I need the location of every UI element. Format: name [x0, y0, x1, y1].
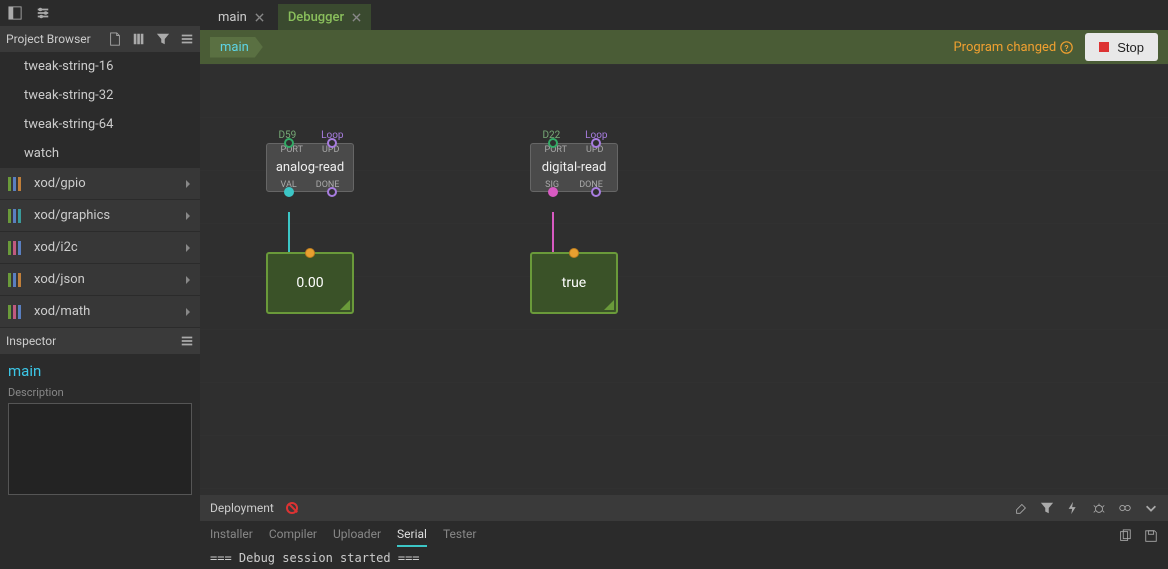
book-icon	[8, 273, 26, 287]
new-file-icon[interactable]	[108, 32, 122, 46]
pin-val[interactable]	[284, 187, 294, 197]
project-tree: tweak-string-16 tweak-string-32 tweak-st…	[0, 52, 200, 168]
deploy-tab-compiler[interactable]: Compiler	[269, 525, 317, 547]
deploy-tab-uploader[interactable]: Uploader	[333, 525, 381, 547]
svg-text:?: ?	[1065, 42, 1069, 52]
no-entry-icon[interactable]	[286, 502, 298, 514]
chevron-right-icon	[184, 244, 192, 252]
log-output: === Debug session started ===	[200, 547, 1168, 569]
save-icon[interactable]	[1144, 529, 1158, 543]
inspector-patch-name: main	[8, 362, 192, 380]
pin-watch-in[interactable]	[305, 248, 315, 258]
project-browser-header: Project Browser	[0, 26, 200, 52]
status-text: Program changed ?	[953, 40, 1073, 55]
book-icon	[8, 241, 26, 255]
deploy-tab-serial[interactable]: Serial	[397, 525, 427, 547]
filter-icon[interactable]	[156, 32, 170, 46]
close-icon[interactable]	[352, 13, 361, 22]
canvas[interactable]: D59 Loop PORTUPD analog-read VALDONE D22	[200, 64, 1168, 569]
pin-port[interactable]	[548, 138, 558, 148]
chevron-right-icon	[184, 308, 192, 316]
filter-icon[interactable]	[1040, 501, 1054, 515]
tree-item[interactable]: watch	[0, 139, 200, 168]
tab-bar: main Debugger	[200, 0, 1168, 30]
library-item-graphics[interactable]: xod/graphics	[0, 200, 200, 232]
library-item-gpio[interactable]: xod/gpio	[0, 168, 200, 200]
breadcrumb[interactable]: main	[210, 37, 263, 58]
tree-item[interactable]: tweak-string-32	[0, 81, 200, 110]
pin-upd[interactable]	[591, 138, 601, 148]
breadcrumb-bar: main Program changed ? Stop	[200, 30, 1168, 64]
description-label: Description	[8, 386, 192, 399]
stop-icon	[1099, 42, 1109, 52]
book-icon	[8, 305, 26, 319]
deployment-panel: Deployment Installer Compiler Uploader S…	[200, 495, 1168, 569]
help-icon[interactable]: ?	[1060, 41, 1073, 54]
pin-upd[interactable]	[327, 138, 337, 148]
node-digital-read[interactable]: PORTUPD digital-read SIGDONE	[530, 143, 618, 192]
deploy-tab-installer[interactable]: Installer	[210, 525, 253, 547]
inspector-header: Inspector	[0, 328, 200, 354]
inspector-body: main Description	[0, 354, 200, 507]
menu-icon[interactable]	[180, 32, 194, 46]
project-browser-title: Project Browser	[6, 32, 91, 46]
sidebar-toolbar	[0, 0, 200, 26]
tab-debugger[interactable]: Debugger	[278, 4, 371, 30]
bolt-icon[interactable]	[1066, 501, 1080, 515]
pin-done[interactable]	[327, 187, 337, 197]
panel-layout-left-icon[interactable]	[8, 6, 22, 20]
node-analog-read[interactable]: PORTUPD analog-read VALDONE	[266, 143, 354, 192]
stop-button[interactable]: Stop	[1085, 33, 1158, 61]
pin-done[interactable]	[591, 187, 601, 197]
watch-node-analog[interactable]: 0.00	[266, 252, 354, 314]
library-item-math[interactable]: xod/math	[0, 296, 200, 328]
menu-icon[interactable]	[180, 334, 194, 348]
link-icon[interactable]	[1118, 501, 1132, 515]
sliders-icon[interactable]	[36, 6, 50, 20]
pin-sig[interactable]	[548, 187, 558, 197]
inspector-title: Inspector	[6, 334, 56, 348]
pin-port[interactable]	[284, 138, 294, 148]
chevron-right-icon	[184, 180, 192, 188]
chevron-right-icon	[184, 276, 192, 284]
watch-node-digital[interactable]: true	[530, 252, 618, 314]
bars-icon[interactable]	[132, 32, 146, 46]
tree-item[interactable]: tweak-string-16	[0, 52, 200, 81]
tree-item[interactable]: tweak-string-64	[0, 110, 200, 139]
description-input[interactable]	[8, 403, 192, 495]
chevron-down-icon[interactable]	[1144, 501, 1158, 515]
book-icon	[8, 177, 26, 191]
bug-icon[interactable]	[1092, 501, 1106, 515]
eraser-icon[interactable]	[1014, 501, 1028, 515]
deployment-title: Deployment	[210, 501, 274, 515]
book-icon	[8, 209, 26, 223]
close-icon[interactable]	[255, 13, 264, 22]
wire[interactable]	[552, 212, 554, 252]
chevron-right-icon	[184, 212, 192, 220]
tab-main[interactable]: main	[208, 4, 274, 30]
wire[interactable]	[288, 212, 290, 252]
pin-watch-in[interactable]	[569, 248, 579, 258]
library-item-json[interactable]: xod/json	[0, 264, 200, 296]
copy-icon[interactable]	[1118, 529, 1132, 543]
library-item-i2c[interactable]: xod/i2c	[0, 232, 200, 264]
deploy-tab-tester[interactable]: Tester	[443, 525, 477, 547]
library-list: xod/gpio xod/graphics xod/i2c xod/json x…	[0, 168, 200, 328]
